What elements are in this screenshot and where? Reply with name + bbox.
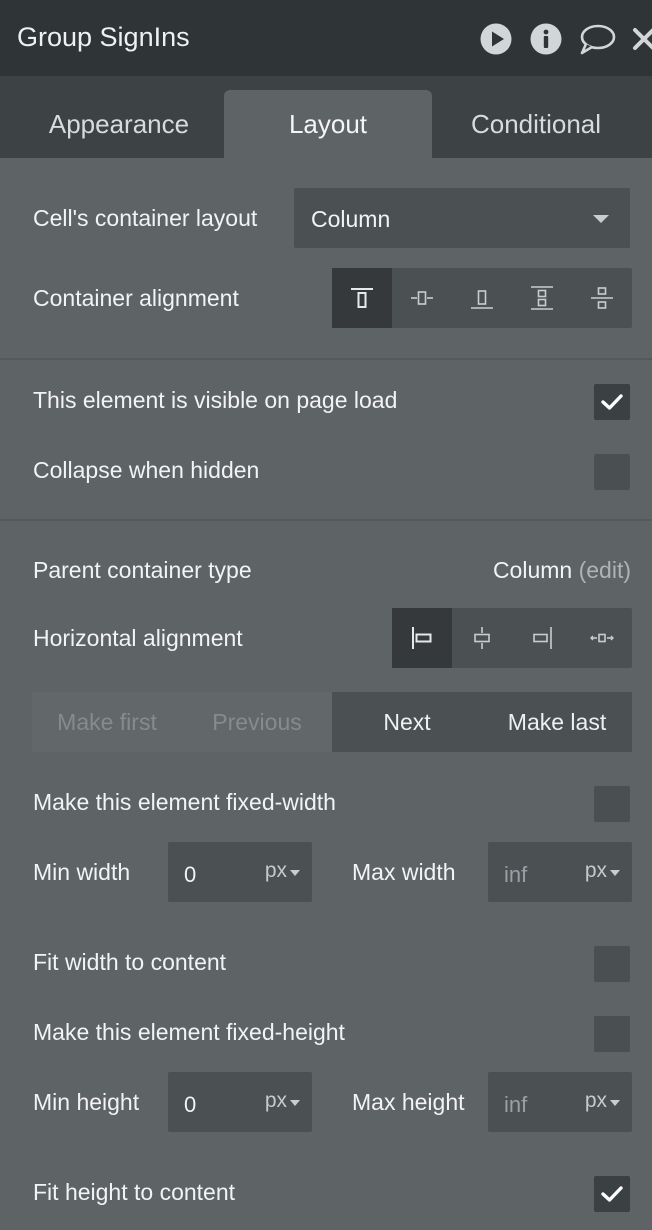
align-center-button[interactable] — [392, 268, 452, 328]
parent-type-text: Column — [492, 557, 573, 583]
container-alignment-label: Container alignment — [33, 285, 239, 311]
align-center-icon — [411, 291, 433, 305]
property-editor-header: Group SignIns — [0, 0, 652, 76]
fit-width-checkbox[interactable] — [594, 946, 630, 982]
fit-height-label: Fit height to content — [33, 1179, 236, 1205]
make-first-button[interactable]: Make first — [32, 692, 182, 752]
min-width-unit-selector[interactable]: px — [265, 859, 287, 883]
tab-label: Layout — [288, 108, 368, 139]
cells-container-layout-label: Cell's container layout — [33, 205, 258, 231]
comment-icon[interactable] — [578, 22, 616, 56]
checkmark-icon — [601, 394, 623, 410]
fixed-height-label: Make this element fixed-height — [33, 1019, 345, 1045]
max-height-unit-selector[interactable]: px — [585, 1089, 607, 1113]
tab-label: Appearance — [48, 108, 190, 139]
chevron-down-icon — [290, 870, 300, 876]
space-around-icon — [591, 287, 613, 309]
next-button[interactable]: Next — [332, 692, 482, 752]
max-width-unit-selector[interactable]: px — [585, 859, 607, 883]
min-height-unit-selector[interactable]: px — [265, 1089, 287, 1113]
edit-parent-type-link[interactable]: (edit) — [579, 557, 631, 583]
align-right-icon — [533, 627, 552, 649]
horizontal-alignment-control — [392, 608, 632, 668]
fixed-height-checkbox[interactable] — [594, 1016, 630, 1052]
align-bottom-button[interactable] — [452, 268, 512, 328]
fixed-width-checkbox[interactable] — [594, 786, 630, 822]
align-hcenter-icon — [474, 627, 490, 649]
chevron-down-icon — [610, 870, 620, 876]
tab-bar: Appearance Layout Conditional — [0, 76, 652, 158]
align-top-button[interactable] — [332, 268, 392, 328]
collapse-when-hidden-label: Collapse when hidden — [33, 457, 260, 483]
collapse-when-hidden-checkbox[interactable] — [594, 454, 630, 490]
section-divider — [0, 358, 652, 360]
tab-layout[interactable]: Layout — [224, 90, 432, 158]
min-width-field[interactable]: 0 px — [168, 842, 312, 902]
chevron-down-icon — [610, 1100, 620, 1106]
chevron-down-icon — [290, 1100, 300, 1106]
previous-button[interactable]: Previous — [182, 692, 332, 752]
space-between-button[interactable] — [512, 268, 572, 328]
tab-label: Conditional — [470, 108, 602, 139]
fixed-width-label: Make this element fixed-width — [33, 789, 336, 815]
tab-appearance[interactable]: Appearance — [14, 90, 224, 158]
parent-container-type-value: Column (edit) — [493, 557, 631, 584]
max-height-field[interactable]: inf px — [488, 1072, 632, 1132]
space-between-icon — [531, 286, 553, 310]
space-around-button[interactable] — [572, 268, 632, 328]
min-width-label: Min width — [33, 859, 131, 885]
min-width-value: 0 — [184, 862, 197, 887]
fit-width-label: Fit width to content — [33, 949, 227, 975]
min-height-label: Min height — [33, 1089, 140, 1115]
container-layout-dropdown[interactable]: Column — [294, 188, 630, 248]
visible-on-load-checkbox[interactable] — [594, 384, 630, 420]
align-left-icon — [412, 627, 432, 649]
info-icon[interactable] — [529, 22, 563, 56]
horizontal-alignment-label: Horizontal alignment — [33, 625, 243, 651]
max-height-label: Max height — [352, 1089, 465, 1115]
align-hcenter-button[interactable] — [452, 608, 512, 668]
make-last-button[interactable]: Make last — [482, 692, 632, 752]
fit-height-checkbox[interactable] — [594, 1176, 630, 1212]
container-alignment-control — [332, 268, 632, 328]
chevron-down-icon — [593, 215, 609, 223]
max-width-value: inf — [504, 862, 528, 887]
align-hspread-button[interactable] — [572, 608, 632, 668]
align-bottom-icon — [471, 290, 493, 309]
close-icon[interactable] — [632, 22, 652, 56]
align-left-button[interactable] — [392, 608, 452, 668]
min-height-value: 0 — [184, 1092, 197, 1117]
max-width-field[interactable]: inf px — [488, 842, 632, 902]
element-order-controls: Make first Previous Next Make last — [32, 692, 632, 752]
element-title: Group SignIns — [17, 22, 190, 52]
container-layout-value: Column — [311, 206, 391, 232]
tab-conditional[interactable]: Conditional — [432, 90, 640, 158]
checkmark-icon — [601, 1186, 623, 1202]
max-height-value: inf — [504, 1092, 528, 1117]
align-top-icon — [351, 288, 373, 308]
align-hspread-icon — [590, 633, 614, 643]
min-height-field[interactable]: 0 px — [168, 1072, 312, 1132]
visible-on-load-label: This element is visible on page load — [33, 387, 398, 413]
max-width-label: Max width — [352, 859, 456, 885]
align-right-button[interactable] — [512, 608, 572, 668]
parent-container-type-label: Parent container type — [33, 557, 252, 583]
play-icon[interactable] — [479, 22, 513, 56]
section-divider — [0, 519, 652, 521]
